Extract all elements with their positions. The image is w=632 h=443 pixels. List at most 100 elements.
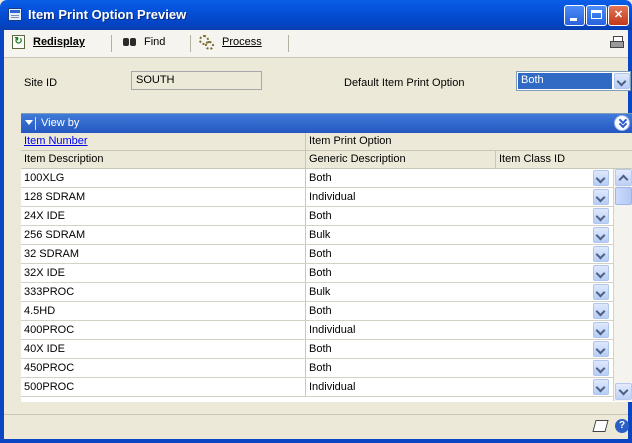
- minimize-button[interactable]: [564, 5, 585, 26]
- item-number-cell[interactable]: 24X IDE: [21, 207, 306, 225]
- item-number-cell[interactable]: 333PROC: [21, 283, 306, 301]
- default-print-option-select[interactable]: Both: [516, 71, 631, 91]
- maximize-button[interactable]: [586, 5, 607, 26]
- view-by-label[interactable]: View by: [41, 117, 79, 129]
- print-option-value: Both: [309, 362, 332, 374]
- print-option-cell[interactable]: Both: [306, 340, 613, 358]
- process-button[interactable]: Process: [222, 36, 262, 48]
- chevron-down-icon[interactable]: [593, 170, 609, 186]
- table-row[interactable]: 256 SDRAM Bulk: [21, 226, 613, 245]
- print-option-cell[interactable]: Individual: [306, 321, 613, 339]
- print-option-value: Individual: [309, 381, 356, 393]
- chevron-down-icon[interactable]: [593, 284, 609, 300]
- grid-header-row-1: Item Number Item Print Option: [21, 133, 632, 151]
- item-number-cell[interactable]: 400PROC: [21, 321, 306, 339]
- status-bar: ?: [4, 414, 629, 440]
- chevron-down-icon[interactable]: [593, 189, 609, 205]
- item-number-cell[interactable]: 100XLG: [21, 169, 306, 187]
- view-by-separator: [35, 117, 36, 130]
- column-header-item-print-option: Item Print Option: [309, 135, 392, 147]
- chevron-down-icon[interactable]: [593, 208, 609, 224]
- print-option-cell[interactable]: Both: [306, 264, 613, 282]
- window-frame-left: [0, 30, 4, 443]
- print-option-cell[interactable]: Both: [306, 245, 613, 263]
- print-option-cell[interactable]: Bulk: [306, 226, 613, 244]
- table-row[interactable]: 333PROC Bulk: [21, 283, 613, 302]
- column-header-generic-description: Generic Description: [306, 151, 496, 168]
- column-header-item-class-id: Item Class ID: [499, 153, 566, 165]
- item-number-cell[interactable]: 450PROC: [21, 359, 306, 377]
- chevron-down-icon[interactable]: [593, 303, 609, 319]
- redisplay-button[interactable]: Redisplay: [33, 36, 85, 48]
- print-option-cell[interactable]: Both: [306, 359, 613, 377]
- table-row[interactable]: 450PROC Both: [21, 359, 613, 378]
- item-number-cell[interactable]: 32 SDRAM: [21, 245, 306, 263]
- print-option-value: Both: [309, 267, 332, 279]
- table-row[interactable]: 32 SDRAM Both: [21, 245, 613, 264]
- chevron-down-icon[interactable]: [593, 360, 609, 376]
- table-row[interactable]: 40X IDE Both: [21, 340, 613, 359]
- chevron-down-icon[interactable]: [593, 322, 609, 338]
- scroll-down-icon[interactable]: [615, 383, 632, 400]
- view-by-bar[interactable]: View by: [21, 114, 632, 133]
- binoculars-icon[interactable]: [122, 35, 138, 49]
- close-button[interactable]: ✕: [608, 5, 629, 26]
- collapse-icon[interactable]: [614, 115, 630, 131]
- default-print-option-value: Both: [518, 73, 612, 89]
- table-row[interactable]: 400PROC Individual: [21, 321, 613, 340]
- table-row[interactable]: 32X IDE Both: [21, 264, 613, 283]
- table-row[interactable]: 24X IDE Both: [21, 207, 613, 226]
- item-number-cell[interactable]: 4.5HD: [21, 302, 306, 320]
- print-option-cell[interactable]: Individual: [306, 188, 613, 206]
- table-row[interactable]: 128 SDRAM Individual: [21, 188, 613, 207]
- site-id-field: SOUTH: [131, 71, 262, 90]
- print-option-cell[interactable]: Bulk: [306, 283, 613, 301]
- grid-header-row-2: Item Description Generic Description Ite…: [21, 151, 632, 169]
- chevron-down-icon[interactable]: [593, 246, 609, 262]
- table-row[interactable]: 500PROC Individual: [21, 378, 613, 397]
- gears-icon[interactable]: [199, 35, 215, 51]
- print-option-cell[interactable]: Both: [306, 302, 613, 320]
- help-icon[interactable]: ?: [615, 419, 629, 433]
- chevron-down-icon[interactable]: [593, 379, 609, 395]
- item-number-cell[interactable]: 128 SDRAM: [21, 188, 306, 206]
- print-option-cell[interactable]: Individual: [306, 378, 613, 396]
- print-option-value: Both: [309, 248, 332, 260]
- window-frame-bottom: [0, 439, 632, 443]
- print-option-cell[interactable]: Both: [306, 169, 613, 187]
- toolbar-separator: [111, 35, 112, 52]
- print-option-value: Individual: [309, 324, 356, 336]
- title-bar[interactable]: Item Print Option Preview ✕: [0, 0, 632, 30]
- chevron-down-icon[interactable]: [593, 265, 609, 281]
- scroll-up-icon[interactable]: [615, 169, 632, 186]
- app-window: Item Print Option Preview ✕ ↻ Redisplay …: [0, 0, 632, 443]
- toolbar: ↻ Redisplay Find Process: [4, 30, 628, 58]
- chevron-down-icon[interactable]: [593, 341, 609, 357]
- chevron-down-icon[interactable]: [614, 73, 630, 89]
- note-icon[interactable]: [592, 420, 609, 432]
- item-number-cell[interactable]: 256 SDRAM: [21, 226, 306, 244]
- print-option-value: Both: [309, 172, 332, 184]
- view-by-caret-icon[interactable]: [25, 120, 33, 125]
- print-option-cell[interactable]: Both: [306, 207, 613, 225]
- item-number-cell[interactable]: 32X IDE: [21, 264, 306, 282]
- window-title: Item Print Option Preview: [28, 7, 187, 22]
- item-number-cell[interactable]: 40X IDE: [21, 340, 306, 358]
- find-button[interactable]: Find: [144, 36, 165, 48]
- site-id-label: Site ID: [24, 77, 58, 89]
- chevron-down-icon[interactable]: [593, 227, 609, 243]
- print-option-value: Bulk: [309, 286, 331, 298]
- redisplay-icon[interactable]: ↻: [12, 35, 25, 49]
- print-option-value: Bulk: [309, 229, 331, 241]
- column-header-item-number[interactable]: Item Number: [21, 133, 306, 150]
- item-number-sort-link[interactable]: Item Number: [24, 135, 88, 147]
- column-header-item-description: Item Description: [21, 151, 306, 168]
- table-row[interactable]: 4.5HD Both: [21, 302, 613, 321]
- table-row[interactable]: 100XLG Both: [21, 169, 613, 188]
- item-number-cell[interactable]: 500PROC: [21, 378, 306, 396]
- scroll-thumb[interactable]: [615, 187, 632, 205]
- item-grid: View by Item Number Item Print Option It…: [21, 113, 632, 402]
- vertical-scrollbar[interactable]: [613, 169, 632, 401]
- printer-icon[interactable]: [610, 36, 624, 49]
- print-option-value: Both: [309, 210, 332, 222]
